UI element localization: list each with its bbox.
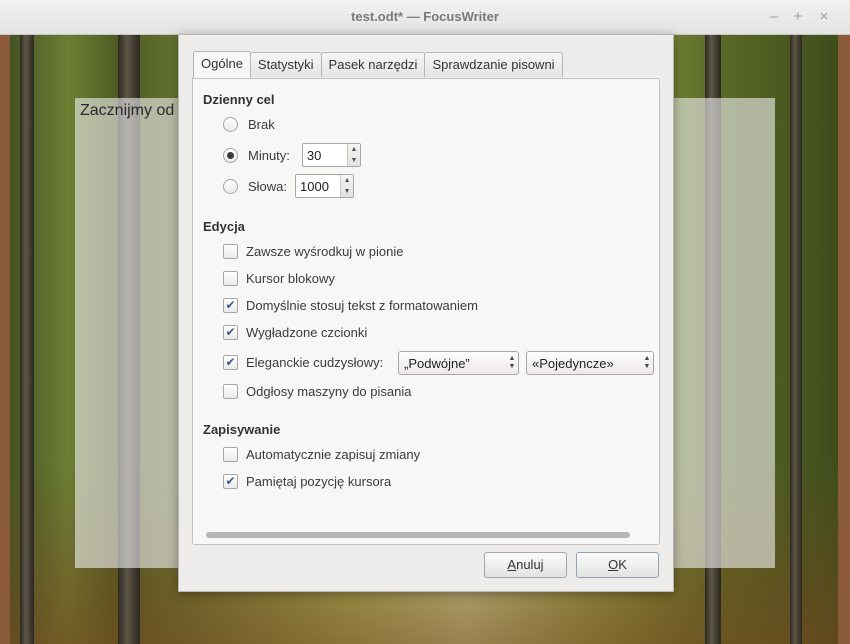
tab-statistics[interactable]: Statystyki	[249, 52, 322, 77]
center-vertically-label: Zawsze wyśrodkuj w pionie	[246, 244, 404, 259]
words-spinbox[interactable]: 1000 ▲ ▼	[295, 174, 355, 198]
single-quotes-select[interactable]: «Pojedyncze» ▲ ▼	[526, 351, 654, 375]
autosave-checkbox[interactable]	[223, 447, 238, 462]
goal-words-radio[interactable]	[223, 178, 238, 194]
general-panel: Dzienny cel Brak Minuty: 30 ▲ ▼ Słowa: 10…	[192, 78, 660, 545]
smooth-fonts-label: Wygładzone czcionki	[246, 325, 368, 340]
editor-text[interactable]: Zacznijmy od	[80, 102, 174, 120]
smart-quotes-checkbox[interactable]: ✔	[223, 355, 238, 370]
smooth-fonts-option[interactable]: ✔ Wygładzone czcionki	[223, 325, 367, 340]
goal-none-label: Brak	[248, 117, 275, 132]
close-icon[interactable]: ×	[816, 9, 832, 25]
block-cursor-label: Kursor blokowy	[246, 271, 335, 286]
smooth-fonts-checkbox[interactable]: ✔	[223, 325, 238, 340]
ok-label-rest: K	[618, 557, 627, 572]
words-value[interactable]: 1000	[296, 179, 340, 194]
editing-heading: Edycja	[203, 219, 245, 234]
window-border-right	[838, 35, 850, 644]
updown-arrows-icon: ▲ ▼	[643, 355, 651, 370]
tab-general[interactable]: Ogólne	[193, 51, 251, 78]
double-quotes-value: „Podwójne”	[404, 355, 470, 371]
daily-goal-heading: Dzienny cel	[203, 92, 275, 107]
minutes-value[interactable]: 30	[303, 148, 347, 163]
remember-cursor-label: Pamiętaj pozycję kursora	[246, 474, 392, 489]
rich-text-label: Domyślnie stosuj tekst z formatowaniem	[246, 298, 478, 313]
remember-cursor-option[interactable]: ✔ Pamiętaj pozycję kursora	[223, 474, 391, 489]
autosave-option[interactable]: Automatycznie zapisuj zmiany	[223, 447, 420, 462]
tree-trunk	[790, 35, 802, 644]
minimize-icon[interactable]: –	[766, 9, 782, 25]
minutes-spinbox[interactable]: 30 ▲ ▼	[301, 143, 361, 167]
spin-arrows-icon[interactable]: ▲ ▼	[346, 144, 360, 166]
preferences-dialog: Ogólne Statystyki Pasek narzędzi Sprawdz…	[178, 34, 674, 592]
rich-text-checkbox[interactable]: ✔	[223, 298, 238, 313]
maximize-icon[interactable]: +	[790, 9, 806, 25]
typewriter-sounds-label: Odgłosy maszyny do pisania	[246, 384, 412, 399]
updown-arrows-icon: ▲ ▼	[508, 355, 516, 370]
tab-toolbar[interactable]: Pasek narzędzi	[320, 52, 426, 77]
goal-minutes-radio[interactable]	[223, 147, 238, 163]
typewriter-sounds-option[interactable]: Odgłosy maszyny do pisania	[223, 384, 411, 399]
rich-text-option[interactable]: ✔ Domyślnie stosuj tekst z formatowaniem	[223, 298, 478, 313]
goal-none-radio[interactable]	[223, 117, 238, 132]
window-titlebar: test.odt* — FocusWriter – + ×	[0, 0, 850, 35]
spin-arrows-icon[interactable]: ▲ ▼	[340, 175, 354, 197]
cancel-button[interactable]: Anuluj	[484, 552, 567, 578]
center-vertically-checkbox[interactable]	[223, 244, 238, 259]
ok-mnemonic: O	[608, 557, 619, 572]
window-border-left	[0, 35, 10, 644]
remember-cursor-checkbox[interactable]: ✔	[223, 474, 238, 489]
cancel-mnemonic: A	[507, 557, 517, 572]
block-cursor-option[interactable]: Kursor blokowy	[223, 271, 335, 286]
goal-none-option[interactable]: Brak	[223, 117, 275, 132]
tree-trunk	[20, 35, 34, 644]
cancel-label-rest: nuluj	[516, 557, 544, 572]
center-vertically-option[interactable]: Zawsze wyśrodkuj w pionie	[223, 244, 404, 259]
block-cursor-checkbox[interactable]	[223, 271, 238, 286]
autosave-label: Automatycznie zapisuj zmiany	[246, 447, 421, 462]
ok-button[interactable]: OK	[576, 552, 659, 578]
window-title: test.odt* — FocusWriter	[351, 9, 499, 24]
typewriter-sounds-checkbox[interactable]	[223, 384, 238, 399]
smart-quotes-label: Eleganckie cudzysłowy:	[246, 355, 384, 370]
goal-minutes-option[interactable]: Minuty: 30 ▲ ▼	[223, 143, 361, 167]
tab-spelling[interactable]: Sprawdzanie pisowni	[424, 52, 563, 77]
double-quotes-select[interactable]: „Podwójne” ▲ ▼	[398, 351, 519, 375]
goal-words-option[interactable]: Słowa: 1000 ▲ ▼	[223, 174, 355, 198]
horizontal-scrollbar[interactable]	[206, 532, 630, 538]
single-quotes-value: «Pojedyncze»	[532, 355, 614, 371]
tab-bar: Ogólne Statystyki Pasek narzędzi Sprawdz…	[193, 51, 563, 78]
goal-minutes-label: Minuty:	[248, 147, 290, 163]
saving-heading: Zapisywanie	[203, 422, 281, 437]
goal-words-label: Słowa:	[248, 178, 288, 194]
smart-quotes-option[interactable]: ✔ Eleganckie cudzysłowy:	[223, 355, 383, 370]
